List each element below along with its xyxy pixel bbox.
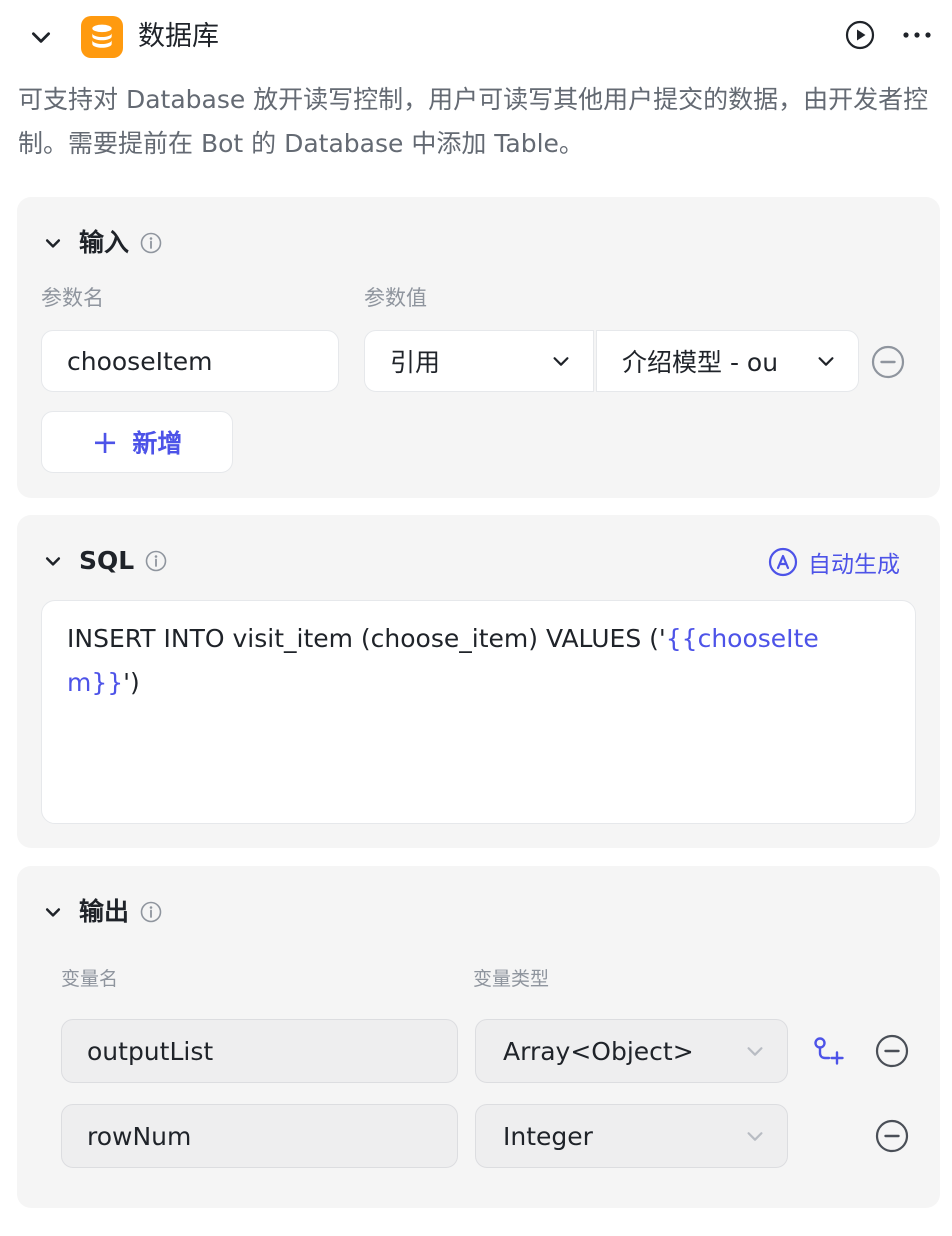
more-horizontal-icon [903,32,931,38]
minus-circle-icon [875,1119,909,1153]
output-type-select[interactable]: Array<Object> [475,1019,788,1083]
add-param-button[interactable]: + 新增 [41,411,233,473]
chevron-down-icon [45,557,61,566]
minus-circle-icon [871,345,905,379]
sql-collapse-toggle[interactable] [41,549,65,573]
database-node-icon [81,16,123,58]
output-name-field[interactable]: outputList [61,1019,458,1083]
remove-output-button[interactable] [874,1033,910,1069]
sql-text: INSERT INTO visit_item (choose_item) VAL… [67,624,666,653]
output-section: 输出 变量名 变量类型 outputList Array<Object> row… [17,866,940,1208]
more-options-button[interactable] [900,19,934,51]
chevron-down-icon [743,1039,767,1063]
var-type-column-label: 变量类型 [473,968,550,990]
sql-section-title: SQL [79,546,135,575]
remove-param-button[interactable] [870,344,906,380]
chevron-down-icon [45,239,61,248]
param-name-input[interactable]: chooseItem [41,330,339,392]
collapse-node-button[interactable] [26,22,56,52]
add-child-field-button[interactable] [811,1034,845,1068]
run-node-button[interactable] [844,19,876,51]
play-circle-icon [845,20,875,50]
output-type-select[interactable]: Integer [475,1104,788,1168]
output-name-field[interactable]: rowNum [61,1104,458,1168]
param-value-type-select[interactable]: 引用 [364,330,594,392]
output-section-title: 输出 [79,897,130,926]
param-name-column-label: 参数名 [41,286,104,310]
add-sub-item-icon [814,1037,844,1065]
sql-section: SQL 自动生成 INSERT INTO visit_item (choose_… [17,515,940,848]
info-icon[interactable] [144,549,168,573]
chevron-down-icon [32,32,50,43]
input-section-header: 输入 [41,228,163,258]
chevron-down-icon [549,349,573,373]
database-icon [92,24,112,48]
ai-letter-a-icon [768,547,798,577]
chevron-down-icon [45,908,61,917]
chevron-down-icon [814,349,838,373]
info-icon[interactable] [139,900,163,924]
node-title: 数据库 [138,21,219,52]
info-icon[interactable] [139,231,163,255]
node-description: 可支持对 Database 放开读写控制，用户可读写其他用户提交的数据，由开发者… [18,85,929,158]
sql-editor[interactable]: INSERT INTO visit_item (choose_item) VAL… [41,600,916,824]
param-value-reference-select[interactable]: 介绍模型 - ou [596,330,859,392]
input-section: 输入 参数名 参数值 chooseItem 引用 介绍模型 - ou + 新增 [17,197,940,498]
var-name-column-label: 变量名 [61,968,119,990]
remove-output-button[interactable] [874,1118,910,1154]
param-value-column-label: 参数值 [364,286,427,310]
auto-generate-button[interactable]: 自动生成 [768,545,900,579]
input-section-title: 输入 [79,228,130,257]
minus-circle-icon [875,1034,909,1068]
chevron-down-icon [743,1124,767,1148]
input-collapse-toggle[interactable] [41,231,65,255]
sql-section-header: SQL [41,546,168,576]
plus-icon: + [91,423,119,461]
output-collapse-toggle[interactable] [41,900,65,924]
sql-text-suffix: ') [123,668,140,697]
output-section-header: 输出 [41,897,163,927]
